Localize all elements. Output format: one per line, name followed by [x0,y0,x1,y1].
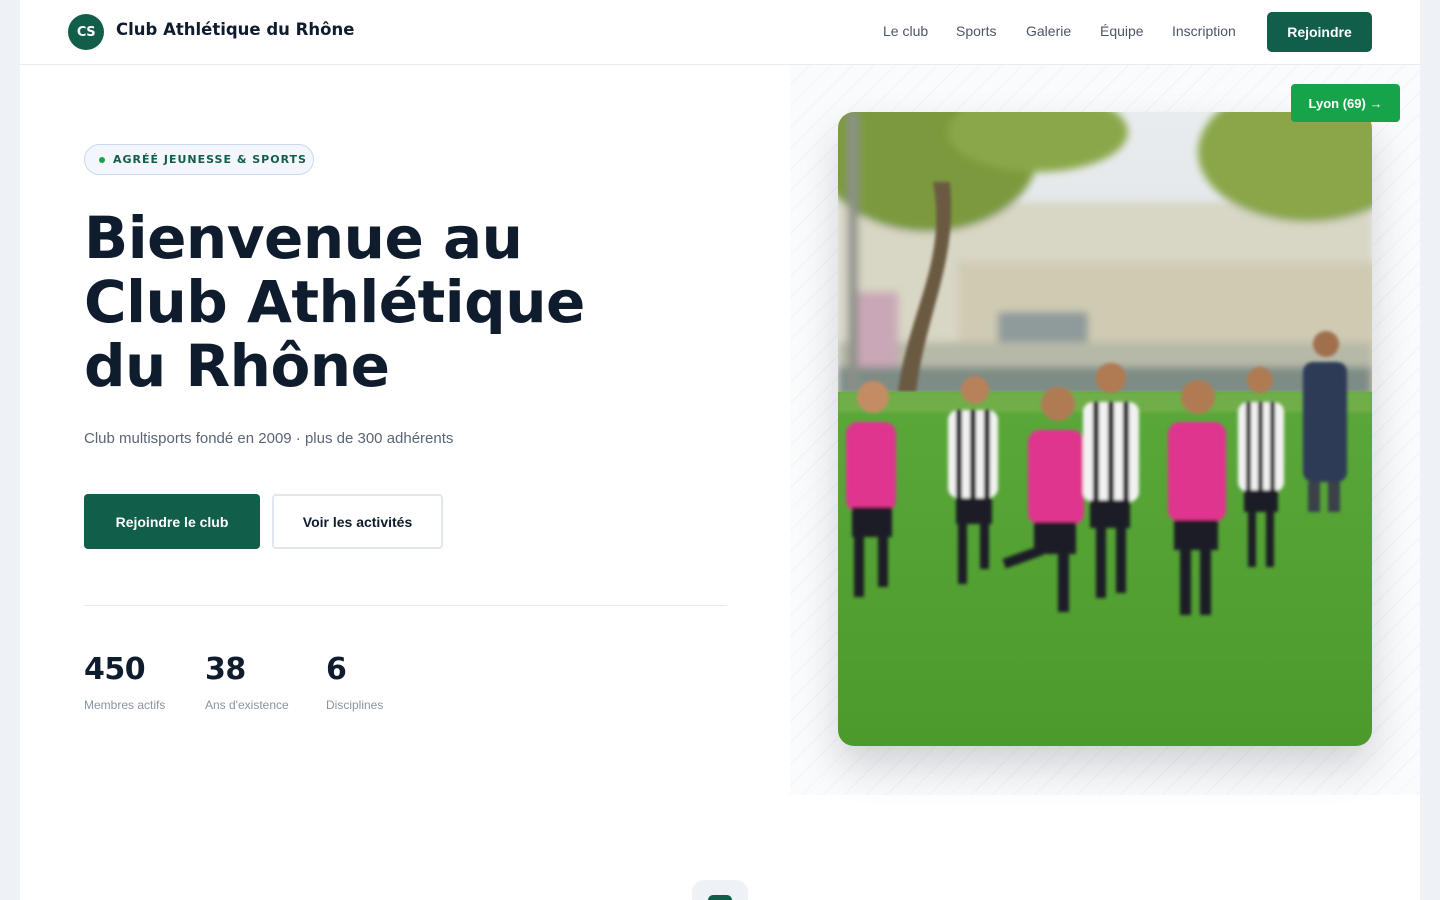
accreditation-badge-label: AGRÉÉ JEUNESSE & SPORTS [113,153,307,166]
scroll-indicator-icon [708,895,732,900]
status-dot-icon [99,156,105,163]
stat-years: 38 Ans d'existence [205,650,289,712]
scroll-indicator[interactable] [692,880,748,900]
hero-title-line-3: du Rhône [84,332,390,400]
header-join-button[interactable]: Rejoindre [1267,12,1372,52]
stat-label: Disciplines [326,698,384,712]
site-header: CS Club Athlétique du Rhône Le club Spor… [20,0,1420,65]
stats-divider [84,605,727,606]
stat-label: Ans d'existence [205,698,289,712]
hero-title: Bienvenue au Club Athlétique du Rhône [84,206,724,398]
hero-subtitle: Club multisports fondé en 2009 · plus de… [84,430,454,447]
location-badge[interactable]: Lyon (69) → [1291,84,1400,122]
nav-link-galerie[interactable]: Galerie [1026,23,1071,39]
stat-value: 450 [84,652,146,687]
hero-title-line-1: Bienvenue au [84,204,523,272]
stat-label: Membres actifs [84,698,166,712]
nav-link-sports[interactable]: Sports [956,23,996,39]
stat-value: 38 [205,652,246,687]
kids-football-photo [838,112,1372,746]
view-activities-button[interactable]: Voir les activités [272,494,443,549]
main-nav: Le club Sports Galerie Équipe Inscriptio… [20,23,1420,43]
join-club-button[interactable]: Rejoindre le club [84,494,260,549]
stat-disciplines: 6 Disciplines [326,650,383,712]
hero-title-line-2: Club Athlétique [84,268,585,336]
accreditation-badge: AGRÉÉ JEUNESSE & SPORTS [84,144,314,175]
hero-photo [838,112,1372,746]
nav-link-equipe[interactable]: Équipe [1100,23,1144,39]
nav-link-le-club[interactable]: Le club [883,23,928,39]
stat-value: 6 [326,652,347,687]
nav-link-inscription[interactable]: Inscription [1172,23,1236,39]
page: CS Club Athlétique du Rhône Le club Spor… [20,0,1420,900]
stat-members: 450 Membres actifs [84,650,165,712]
